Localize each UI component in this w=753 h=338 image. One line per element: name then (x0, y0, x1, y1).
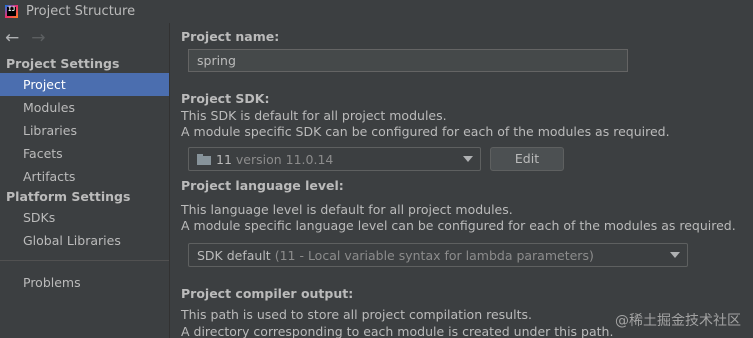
edit-sdk-button[interactable]: Edit (490, 147, 564, 171)
sidebar-item-facets[interactable]: Facets (0, 142, 169, 165)
project-sdk-dropdown[interactable]: 11 version 11.0.14 (188, 147, 481, 171)
chevron-down-icon (463, 156, 473, 162)
project-name-label: Project name: (181, 29, 280, 44)
sidebar-item-artifacts[interactable]: Artifacts (0, 165, 169, 188)
intellij-logo-icon: IJ (5, 5, 18, 18)
main-panel: Project name: spring Project SDK: This S… (171, 23, 753, 338)
sidebar-divider (0, 260, 169, 261)
language-level-description-2: A module specific language level can be … (181, 218, 736, 233)
compiler-output-description-2: A directory corresponding to each module… (181, 324, 614, 338)
group-header-project-settings: Project Settings (6, 56, 120, 71)
group-header-platform-settings: Platform Settings (6, 189, 131, 204)
project-sdk-description-1: This SDK is default for all project modu… (181, 108, 447, 123)
language-level-description-1: This language level is default for all p… (181, 202, 513, 217)
sidebar-item-problems[interactable]: Problems (0, 271, 169, 294)
language-level-label: Project language level: (181, 178, 344, 193)
sidebar-item-sdks[interactable]: SDKs (0, 206, 169, 229)
navigation-row: ← → (0, 23, 169, 53)
language-level-dropdown[interactable]: SDK default (11 - Local variable syntax … (188, 243, 688, 267)
compiler-output-description-1: This path is used to store all project c… (181, 307, 532, 322)
sidebar-item-libraries[interactable]: Libraries (0, 119, 169, 142)
sdk-folder-icon (197, 153, 211, 165)
sidebar-item-modules[interactable]: Modules (0, 96, 169, 119)
title-bar: IJ Project Structure (0, 0, 753, 23)
watermark: @稀土掘金技术社区 (615, 313, 741, 329)
sidebar-item-project[interactable]: Project (0, 73, 169, 96)
sidebar-item-global-libraries[interactable]: Global Libraries (0, 229, 169, 252)
forward-arrow-icon[interactable]: → (31, 29, 45, 47)
sidebar: ← → Project Settings Project Modules Lib… (0, 23, 170, 338)
window-title: Project Structure (26, 4, 136, 19)
sdk-selected-version: version 11.0.14 (235, 151, 334, 167)
language-level-selected: SDK default (197, 247, 271, 263)
back-arrow-icon[interactable]: ← (5, 29, 19, 47)
project-sdk-description-2: A module specific SDK can be configured … (181, 124, 670, 139)
sdk-selected-name: 11 (216, 151, 232, 167)
chevron-down-icon (670, 252, 680, 258)
project-sdk-label: Project SDK: (181, 91, 270, 106)
compiler-output-label: Project compiler output: (181, 286, 354, 301)
project-name-input[interactable]: spring (188, 49, 628, 72)
language-level-detail: (11 - Local variable syntax for lambda p… (274, 247, 594, 263)
